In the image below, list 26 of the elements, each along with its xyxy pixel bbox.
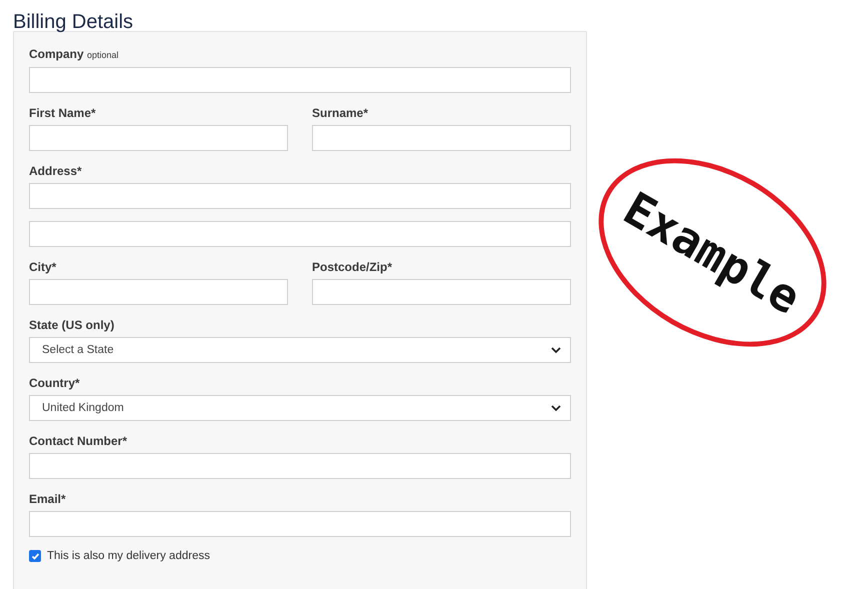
- field-label: Address*: [29, 163, 83, 179]
- field-label: State (US only): [29, 317, 116, 333]
- page-title: Billing Details: [12, 10, 134, 31]
- input-field[interactable]: [312, 279, 571, 305]
- input-field[interactable]: [29, 279, 288, 305]
- input-field[interactable]: [29, 125, 288, 151]
- input-field[interactable]: [312, 125, 571, 151]
- field-label: Postcode/Zip*: [312, 259, 394, 275]
- input-field[interactable]: [29, 453, 571, 479]
- input-field[interactable]: [29, 67, 571, 93]
- input-field[interactable]: [29, 511, 571, 537]
- field-label: First Name*: [29, 105, 97, 121]
- input-field[interactable]: [29, 183, 571, 209]
- chevron-down-icon: [551, 346, 561, 354]
- field-label: Country*: [29, 375, 81, 391]
- input-field[interactable]: [29, 221, 571, 247]
- chevron-down-icon: [551, 404, 561, 412]
- select-field[interactable]: United Kingdom: [29, 395, 571, 421]
- field-label: Company optional: [29, 46, 120, 63]
- field-label: City*: [29, 259, 58, 275]
- checkbox[interactable]: [29, 550, 41, 562]
- field-label: Surname*: [312, 105, 370, 121]
- field-label: Contact Number*: [29, 433, 128, 449]
- select-field[interactable]: Select a State: [29, 337, 571, 363]
- checkbox-label: This is also my delivery address: [47, 549, 210, 563]
- field-label: Email*: [29, 491, 67, 507]
